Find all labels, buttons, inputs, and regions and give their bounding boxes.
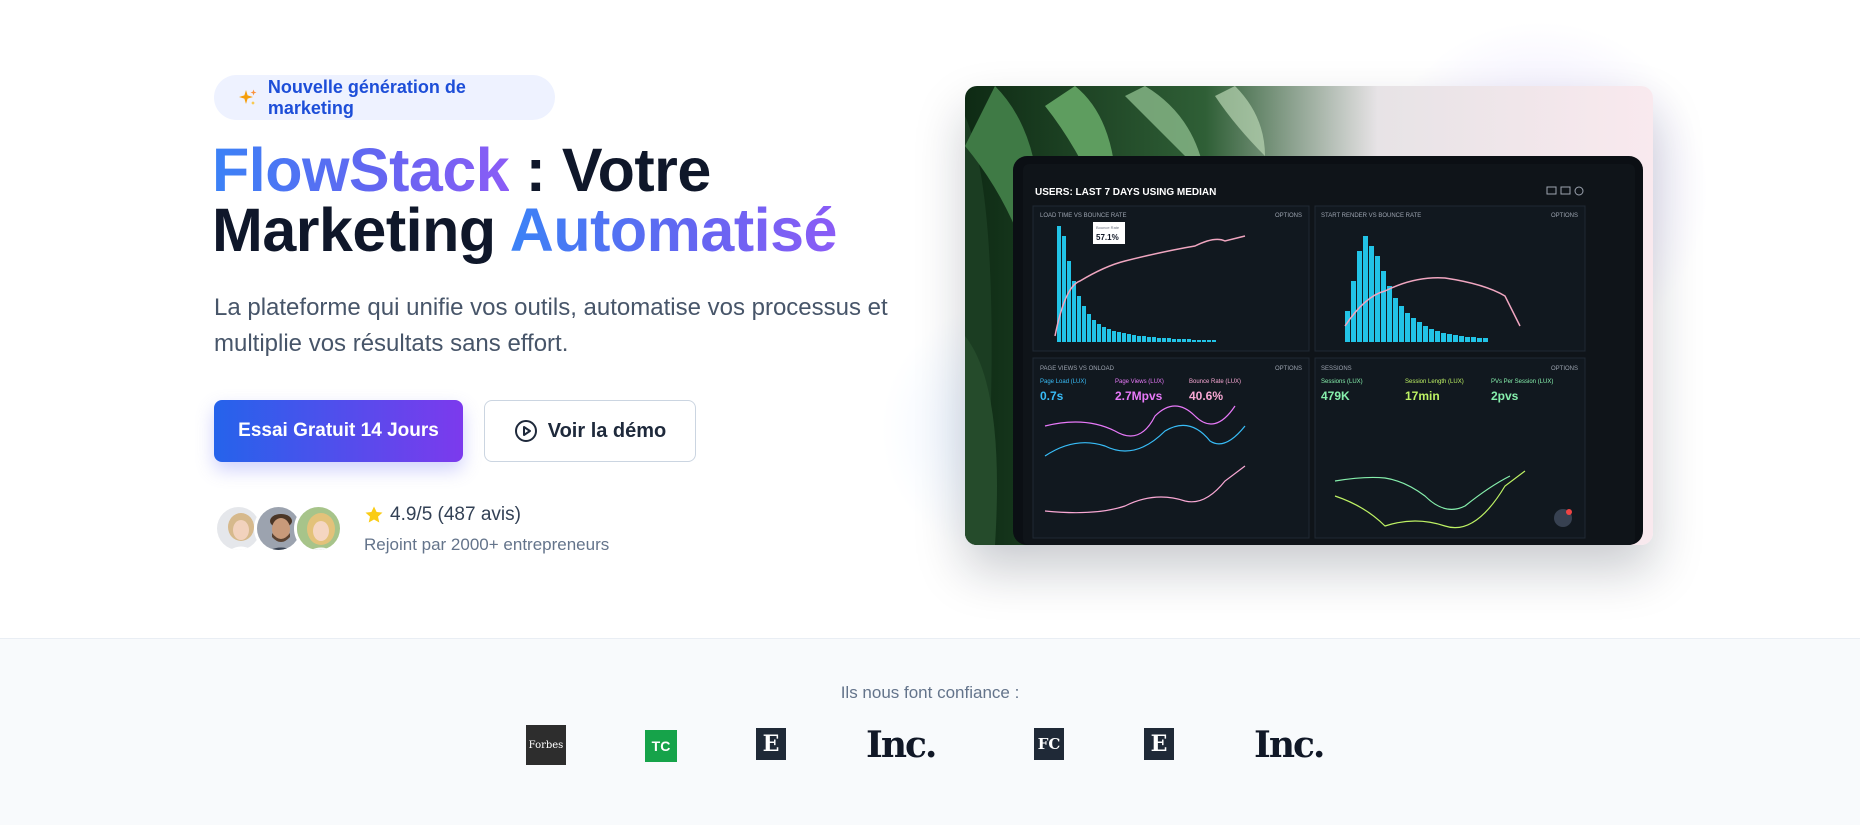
hero-section: Nouvelle génération de marketing FlowSta… (0, 0, 1860, 638)
inc-logo: Inc. (1254, 724, 1325, 766)
options-label: OPTIONS (1551, 366, 1578, 372)
rating-text: 4.9/5 (487 avis) (390, 504, 521, 525)
title-text: Marketing (212, 196, 510, 264)
metric-label: PVs Per Session (LUX) (1491, 379, 1553, 385)
metric-value: 479K (1321, 389, 1350, 403)
chart-panel: SESSIONS OPTIONS Sessions (LUX) 479K Ses… (1314, 357, 1586, 539)
chart-panel: LOAD TIME VS BOUNCE RATE OPTIONS Bounce … (1032, 205, 1310, 352)
metric-value: 0.7s (1040, 389, 1064, 403)
metric-label: Page Load (LUX) (1040, 379, 1086, 385)
tooltip-value: 57.1% (1096, 233, 1119, 242)
techcrunch-logo: TC (645, 730, 677, 762)
tooltip-label: Bounce Rate (1096, 225, 1120, 230)
chart-panel: PAGE VIEWS VS ONLOAD OPTIONS Page Load (… (1032, 357, 1310, 539)
entrepreneur-logo: E (756, 728, 786, 760)
social-proof-text: Rejoint par 2000+ entrepreneurs (364, 535, 610, 554)
announcement-badge: Nouvelle génération de marketing (214, 75, 555, 120)
title-highlight: Automatisé (509, 196, 838, 264)
sparkles-icon (236, 86, 260, 110)
rating: 4.9/5 (487 avis) (364, 504, 521, 526)
trust-label: Ils nous font confiance : (840, 683, 1020, 702)
watch-demo-label: Voir la démo (547, 419, 667, 442)
avatar (294, 504, 343, 553)
watch-demo-button[interactable]: Voir la démo (484, 400, 696, 462)
options-label: OPTIONS (1275, 213, 1302, 219)
inc-logo: Inc. (866, 724, 937, 766)
metric-value: 40.6% (1189, 389, 1223, 403)
brand-name: FlowStack (212, 136, 510, 204)
hero-dashboard-image: USERS: LAST 7 DAYS USING MEDIAN LOAD TIM… (965, 86, 1653, 545)
options-label: OPTIONS (1551, 213, 1578, 219)
play-circle-icon (514, 419, 538, 443)
star-icon (364, 505, 384, 525)
partner-logos: Forbes TC E Inc. FC E Inc. (0, 724, 1860, 775)
metric-value: 2.7Mpvs (1115, 389, 1163, 403)
fastcompany-logo: FC (1034, 728, 1064, 760)
metric-value: 2pvs (1491, 389, 1519, 403)
metric-label: Page Views (LUX) (1115, 379, 1164, 385)
metric-label: Session Length (LUX) (1405, 379, 1464, 385)
entrepreneur-logo: E (1144, 728, 1174, 760)
free-trial-button[interactable]: Essai Gratuit 14 Jours (214, 400, 463, 462)
hero-title: FlowStack : Votre Marketing Automatisé (212, 140, 912, 261)
trust-section: Ils nous font confiance : Forbes TC E In… (0, 638, 1860, 825)
forbes-logo: Forbes (526, 725, 566, 765)
hero-subtitle: La plateforme qui unifie vos outils, aut… (214, 294, 888, 357)
options-label: OPTIONS (1275, 366, 1302, 372)
metric-label: Bounce Rate (LUX) (1189, 379, 1241, 385)
panel-title: LOAD TIME VS BOUNCE RATE (1040, 213, 1126, 219)
title-text: : Votre (509, 136, 712, 204)
panel-title: SESSIONS (1321, 366, 1352, 372)
dashboard-header: USERS: LAST 7 DAYS USING MEDIAN (1035, 187, 1216, 198)
panel-title: PAGE VIEWS VS ONLOAD (1040, 366, 1115, 372)
chart-panel: START RENDER VS BOUNCE RATE OPTIONS (1314, 205, 1586, 352)
badge-text: Nouvelle génération de marketing (267, 76, 466, 118)
panel-title: START RENDER VS BOUNCE RATE (1321, 213, 1421, 219)
user-avatars (214, 504, 344, 554)
metric-value: 17min (1405, 389, 1440, 403)
metric-label: Sessions (LUX) (1321, 379, 1363, 385)
